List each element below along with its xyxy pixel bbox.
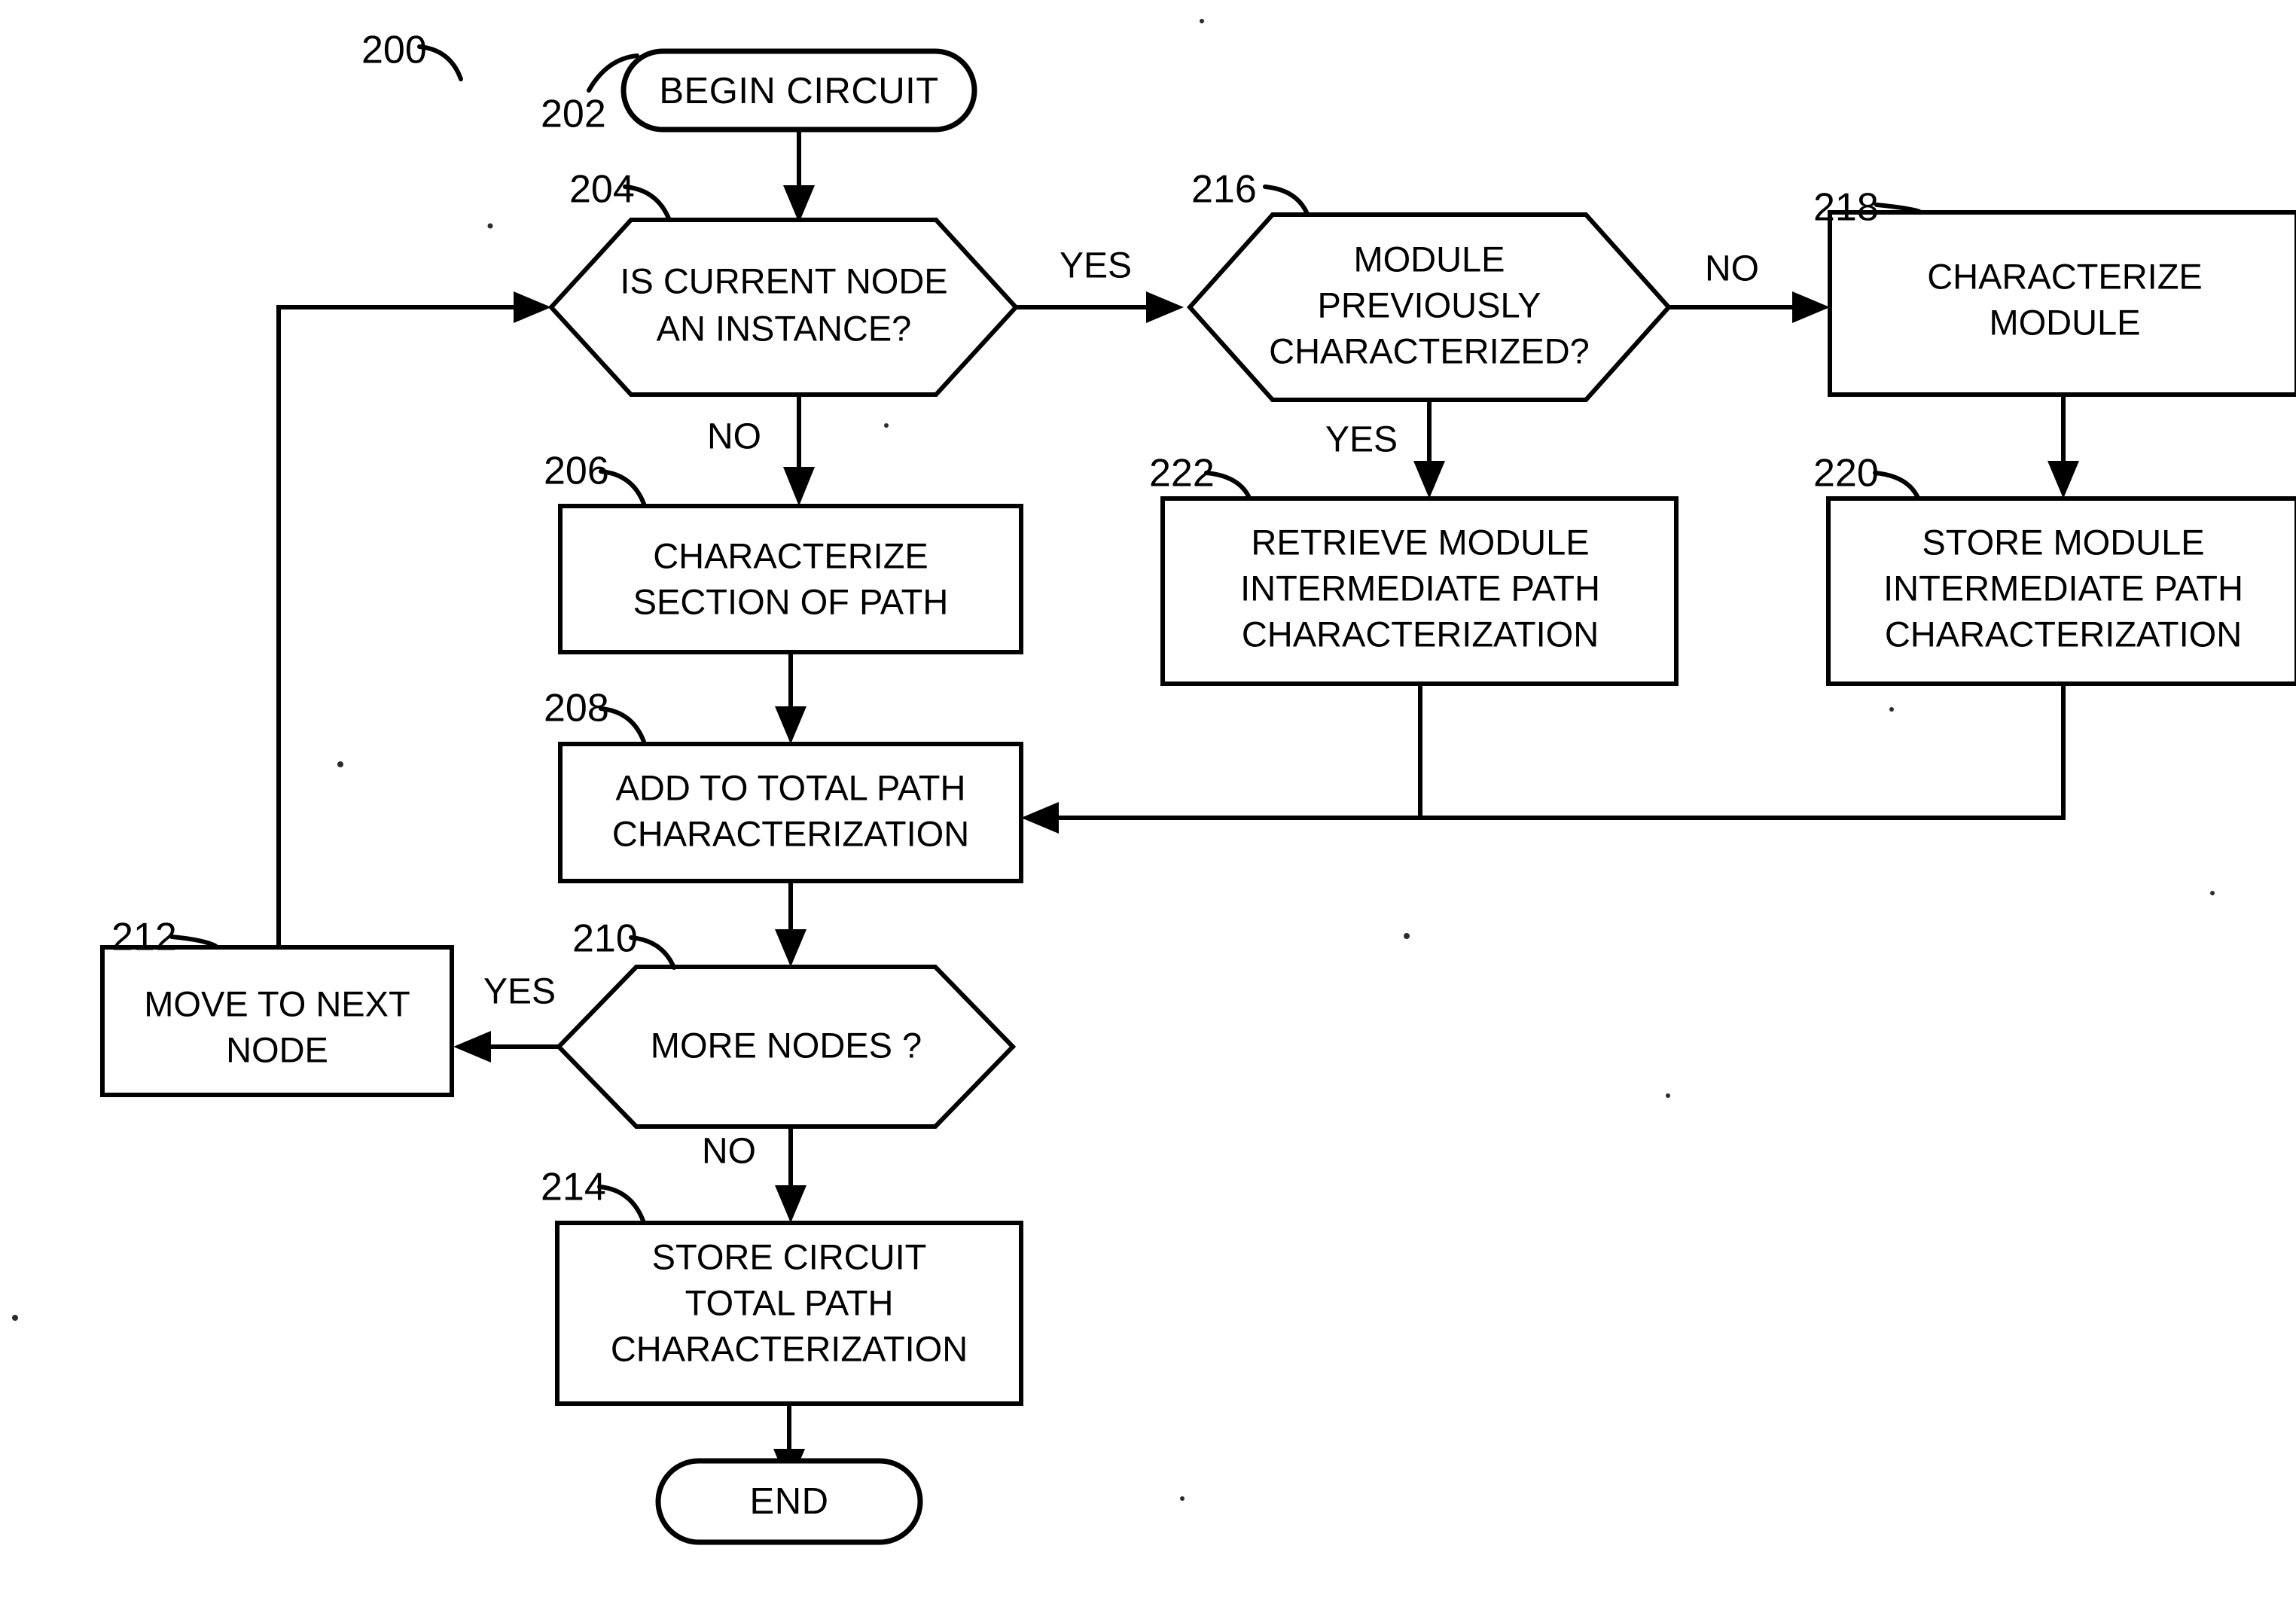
node-characterize-module-label-line1: CHARACTERIZE <box>1927 256 2203 296</box>
ref-number-220: 220 <box>1813 452 1879 495</box>
ref-number-204: 204 <box>569 168 635 212</box>
node-store-circuit-label-line1: STORE CIRCUIT <box>652 1236 927 1276</box>
scan-speck <box>12 1315 18 1321</box>
scan-speck <box>2210 891 2215 895</box>
edge-label-more-nodes-no: NO <box>702 1132 756 1172</box>
edge-label-is-instance-no: NO <box>707 417 761 457</box>
scan-speck <box>1666 1093 1670 1098</box>
flowchart-figure: 200 BEGIN CIRCUIT 202 IS CURRENT NODE AN… <box>0 0 2296 1616</box>
node-add-to-total-label-line1: ADD TO TOTAL PATH <box>616 767 966 807</box>
flowchart-canvas: 200 BEGIN CIRCUIT 202 IS CURRENT NODE AN… <box>0 0 2296 1616</box>
node-store-module-label-line3: CHARACTERIZATION <box>1885 614 2242 654</box>
scan-speck <box>337 761 343 767</box>
ref-number-216: 216 <box>1191 168 1257 212</box>
node-more-nodes-label: MORE NODES ? <box>651 1025 922 1065</box>
scan-speck <box>884 423 889 428</box>
node-add-to-total-path-characterization[interactable] <box>558 742 1023 883</box>
node-store-circuit-label-line3: CHARACTERIZATION <box>611 1328 968 1368</box>
node-move-next-label-line1: MOVE TO NEXT <box>144 983 410 1023</box>
scan-speck <box>1889 707 1894 712</box>
node-add-to-total-label-line2: CHARACTERIZATION <box>612 813 969 853</box>
node-is-instance-label-line2: AN INSTANCE? <box>657 308 912 348</box>
figure-ref-number: 200 <box>361 29 427 72</box>
node-module-prev-label-line2: PREVIOUSLY <box>1318 285 1541 325</box>
node-store-module-label-line1: STORE MODULE <box>1922 522 2204 562</box>
edge-label-module-prev-yes: YES <box>1325 420 1398 460</box>
node-move-next-label-line2: NODE <box>226 1029 328 1069</box>
node-store-circuit-label-line2: TOTAL PATH <box>685 1282 894 1322</box>
node-store-module-label-line2: INTERMEDIATE PATH <box>1883 568 2243 608</box>
scan-speck <box>1180 1496 1185 1501</box>
edge-label-more-nodes-yes: YES <box>483 972 556 1012</box>
node-module-prev-label-line1: MODULE <box>1353 239 1505 279</box>
scan-speck <box>1200 19 1204 23</box>
node-module-prev-label-line3: CHARACTERIZED? <box>1269 331 1590 370</box>
node-is-instance-label-line1: IS CURRENT NODE <box>620 261 947 300</box>
node-retrieve-module-label-line2: INTERMEDIATE PATH <box>1240 568 1600 608</box>
scan-speck <box>1404 933 1410 939</box>
edge-label-is-instance-yes: YES <box>1060 246 1132 286</box>
edge-label-module-prev-no: NO <box>1705 249 1759 289</box>
node-begin-circuit-label: BEGIN CIRCUIT <box>659 71 938 111</box>
ref-number-214: 214 <box>541 1166 606 1209</box>
node-characterize-section-of-path[interactable] <box>558 504 1023 654</box>
node-retrieve-module-label-line3: CHARACTERIZATION <box>1242 614 1599 654</box>
node-is-current-node-an-instance[interactable] <box>547 218 1020 397</box>
node-characterize-section-label-line2: SECTION OF PATH <box>633 581 949 621</box>
ref-number-210: 210 <box>572 917 638 961</box>
node-characterize-module-label-line2: MODULE <box>1989 302 2140 342</box>
node-retrieve-module-label-line1: RETRIEVE MODULE <box>1251 522 1589 562</box>
node-end-label: END <box>750 1481 829 1522</box>
scan-speck <box>487 223 493 229</box>
ref-number-212: 212 <box>111 916 177 959</box>
ref-number-202: 202 <box>541 93 606 136</box>
node-characterize-section-label-line1: CHARACTERIZE <box>653 535 928 575</box>
ref-number-218: 218 <box>1813 186 1879 230</box>
